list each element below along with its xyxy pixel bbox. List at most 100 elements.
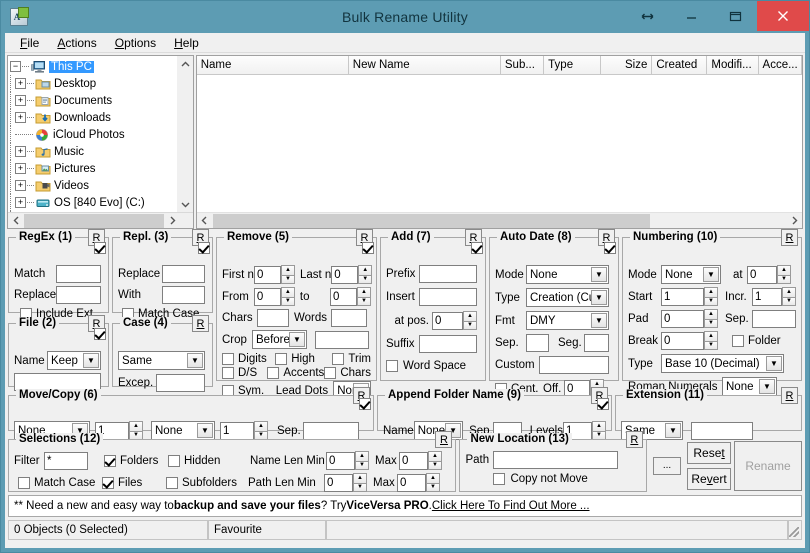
menu-options[interactable]: Options (106, 34, 165, 52)
scrollbar-thumb[interactable] (212, 213, 650, 228)
panel-numbering-enable-checkbox[interactable] (604, 242, 616, 254)
menu-help[interactable]: Help (165, 34, 208, 52)
column-header-created[interactable]: Created (652, 56, 708, 75)
extension-text-input[interactable] (691, 421, 753, 440)
auto-date-mode-select[interactable]: None ▼ (526, 265, 609, 284)
regex-replace-input[interactable] (56, 286, 101, 304)
column-header-new-name[interactable]: New Name (348, 56, 501, 75)
remove-chars2-checkbox[interactable] (324, 367, 337, 379)
minimize-icon[interactable] (669, 1, 713, 31)
tree-node-os-drive[interactable]: + OS [840 Evo] (C:) (10, 194, 177, 211)
add-prefix-input[interactable] (419, 265, 477, 283)
spin-up-icon[interactable]: ▲ (353, 473, 367, 483)
panel-case-enable-checkbox[interactable] (94, 328, 106, 340)
tree-node-desktop[interactable]: + Desktop (10, 75, 177, 92)
case-mode-select[interactable]: Same ▼ (118, 351, 205, 370)
expander-expand-icon[interactable]: + (15, 163, 26, 174)
chevron-down-icon[interactable]: ▼ (83, 353, 99, 368)
numbering-incr-spinner[interactable]: ▲ ▼ (782, 287, 796, 306)
chevron-down-icon[interactable]: ▼ (591, 290, 607, 305)
expander-expand-icon[interactable]: + (15, 197, 26, 208)
selections-folders-checkbox[interactable] (104, 454, 116, 467)
spin-up-icon[interactable]: ▲ (704, 287, 718, 297)
scroll-up-icon[interactable] (177, 56, 193, 72)
panel-auto-date-enable-checkbox[interactable] (471, 242, 483, 254)
chevron-down-icon[interactable]: ▼ (591, 313, 607, 328)
spin-up-icon[interactable]: ▲ (280, 265, 295, 275)
expander-expand-icon[interactable]: + (15, 146, 26, 157)
selections-path-len-max-input[interactable] (397, 473, 426, 492)
numbering-incr-input[interactable] (752, 287, 782, 306)
add-at-pos-input[interactable] (432, 311, 463, 330)
promo-link[interactable]: Click Here To Find Out More ... (432, 500, 590, 512)
tree-node-root[interactable]: − This PC (10, 58, 177, 75)
repl-replace-input[interactable] (162, 265, 205, 283)
scroll-right-icon[interactable] (786, 213, 802, 229)
add-at-pos-spinner[interactable]: ▲ ▼ (463, 311, 477, 330)
expander-collapse-icon[interactable]: − (10, 61, 21, 72)
numbering-break-input[interactable] (661, 331, 704, 350)
chevron-down-icon[interactable]: ▼ (759, 379, 775, 394)
selections-files-checkbox[interactable] (102, 476, 114, 489)
move-copy-sep-input[interactable] (303, 421, 359, 440)
remove-to-spinner[interactable]: ▲ ▼ (357, 287, 371, 306)
numbering-pad-input[interactable] (661, 309, 704, 328)
folder-tree[interactable]: − This PC + Desktop + Documents + Downlo… (8, 56, 177, 212)
spin-up-icon[interactable]: ▲ (704, 309, 718, 319)
spin-up-icon[interactable]: ▲ (129, 421, 143, 431)
numbering-mode-select[interactable]: None ▼ (661, 265, 721, 284)
spin-down-icon[interactable]: ▼ (426, 482, 440, 492)
spin-down-icon[interactable]: ▼ (353, 482, 367, 492)
menu-actions[interactable]: Actions (48, 34, 105, 52)
spin-down-icon[interactable]: ▼ (355, 460, 369, 470)
panel-extension-enable-checkbox[interactable] (597, 398, 609, 410)
spin-up-icon[interactable]: ▲ (355, 451, 369, 461)
panel-remove-enable-checkbox[interactable] (198, 242, 210, 254)
restore-size-icon[interactable] (625, 1, 669, 31)
selections-name-len-min-input[interactable] (326, 451, 355, 470)
spin-down-icon[interactable]: ▼ (428, 460, 442, 470)
expander-expand-icon[interactable]: + (15, 78, 26, 89)
reset-button[interactable]: Rese t (687, 441, 731, 464)
selections-name-len-max-input[interactable] (399, 451, 428, 470)
expander-expand-icon[interactable]: + (15, 112, 26, 123)
regex-match-input[interactable] (56, 265, 101, 283)
remove-ds-checkbox[interactable] (222, 367, 234, 379)
scrollbar-thumb[interactable] (24, 213, 164, 228)
move-copy-mode2-select[interactable]: None ▼ (151, 421, 215, 440)
scroll-left-icon[interactable] (197, 213, 213, 229)
numbering-folder-checkbox[interactable] (732, 334, 744, 347)
chevron-down-icon[interactable]: ▼ (197, 423, 213, 438)
remove-from-input[interactable] (253, 287, 281, 306)
remove-high-checkbox[interactable] (275, 353, 288, 365)
remove-words-input[interactable] (331, 309, 367, 327)
move-copy-count1-spinner[interactable]: ▲ ▼ (129, 421, 143, 440)
numbering-at-spinner[interactable]: ▲ ▼ (777, 265, 791, 284)
spin-down-icon[interactable]: ▼ (357, 296, 371, 306)
numbering-roman-select[interactable]: None ▼ (722, 377, 777, 396)
spin-up-icon[interactable]: ▲ (777, 265, 791, 275)
column-header-modified[interactable]: Modifi... (707, 56, 759, 75)
spin-up-icon[interactable]: ▲ (426, 473, 440, 483)
status-favourite[interactable]: Favourite (208, 520, 326, 540)
panel-repl-enable-checkbox[interactable] (94, 242, 106, 254)
menu-file[interactable]: File (11, 34, 48, 52)
remove-last-n-input[interactable] (331, 265, 359, 284)
spin-down-icon[interactable]: ▼ (704, 318, 718, 328)
panel-selections-reset-button[interactable]: R (435, 431, 453, 448)
panel-extension-reset-button[interactable]: R (781, 387, 798, 404)
remove-chars-input[interactable] (257, 309, 289, 327)
add-word-space-checkbox[interactable] (386, 360, 398, 372)
scrollbar-track[interactable] (177, 72, 193, 196)
folder-tree-vertical-scrollbar[interactable] (176, 56, 193, 212)
chevron-down-icon[interactable]: ▼ (289, 332, 305, 347)
selections-path-len-min-spinner[interactable]: ▲ ▼ (353, 473, 367, 492)
column-header-size[interactable]: Size (601, 56, 653, 75)
file-name-mode-select[interactable]: Keep ▼ (47, 351, 101, 370)
spin-down-icon[interactable]: ▼ (704, 340, 718, 350)
spin-up-icon[interactable]: ▲ (358, 265, 373, 275)
move-copy-count2-input[interactable] (220, 421, 254, 440)
selections-hidden-checkbox[interactable] (168, 454, 180, 467)
spin-down-icon[interactable]: ▼ (463, 320, 477, 330)
tree-node-music[interactable]: + Music (10, 143, 177, 160)
